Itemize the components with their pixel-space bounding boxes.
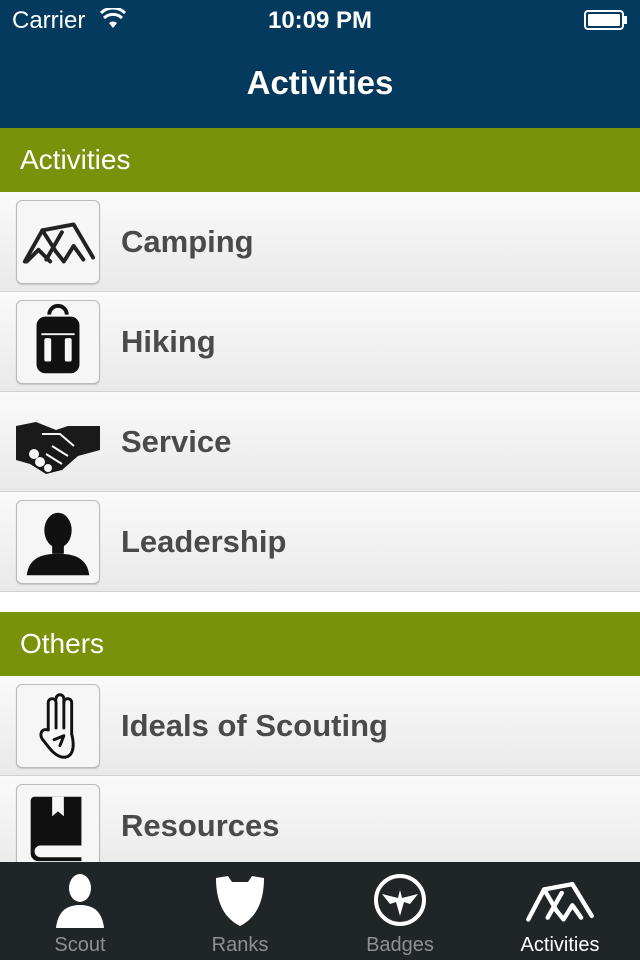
list-item-hiking[interactable]: Hiking — [0, 292, 640, 392]
list-item-ideals-of-scouting[interactable]: Ideals of Scouting — [0, 676, 640, 776]
tab-ranks[interactable]: Ranks — [160, 862, 320, 960]
battery-icon — [584, 10, 627, 30]
list-item-camping[interactable]: Camping — [0, 192, 640, 292]
navigation-bar: Carrier 10:09 PM Activities — [0, 0, 640, 128]
tent-icon — [16, 200, 100, 284]
list-item-label: Hiking — [121, 324, 216, 359]
scout-salute-hand-icon — [16, 684, 100, 768]
list-item-leadership[interactable]: Leadership — [0, 492, 640, 592]
list-item-label: Service — [121, 424, 232, 459]
section-spacer — [0, 592, 640, 612]
tab-activities[interactable]: Activities — [480, 862, 640, 960]
list-item-label: Leadership — [121, 524, 287, 559]
tab-badges[interactable]: Badges — [320, 862, 480, 960]
status-bar: Carrier 10:09 PM — [0, 0, 640, 40]
list-item-label: Camping — [121, 224, 254, 259]
tab-scout[interactable]: Scout — [0, 862, 160, 960]
book-icon — [16, 784, 100, 868]
tab-bar: Scout Ranks Badges Activities — [0, 862, 640, 960]
list-item-label: Resources — [121, 808, 280, 843]
section-header-others: Others — [0, 612, 640, 676]
page-title: Activities — [246, 64, 394, 101]
list-item-resources[interactable]: Resources — [0, 776, 640, 876]
section-header-activities: Activities — [0, 128, 640, 192]
tab-label: Ranks — [211, 934, 269, 956]
tab-label: Badges — [366, 934, 434, 956]
list-item-label: Ideals of Scouting — [121, 708, 388, 743]
tent-icon — [526, 881, 594, 922]
list-item-service[interactable]: Service — [0, 392, 640, 492]
person-icon — [56, 874, 104, 928]
tab-label: Scout — [54, 934, 106, 956]
eagle-emblem-icon — [374, 874, 426, 926]
shield-icon — [216, 876, 264, 926]
person-silhouette-icon — [16, 500, 100, 584]
tab-label: Activities — [520, 934, 600, 956]
handshake-icon — [16, 400, 100, 484]
backpack-icon — [16, 300, 100, 384]
status-time: 10:09 PM — [267, 7, 373, 34]
